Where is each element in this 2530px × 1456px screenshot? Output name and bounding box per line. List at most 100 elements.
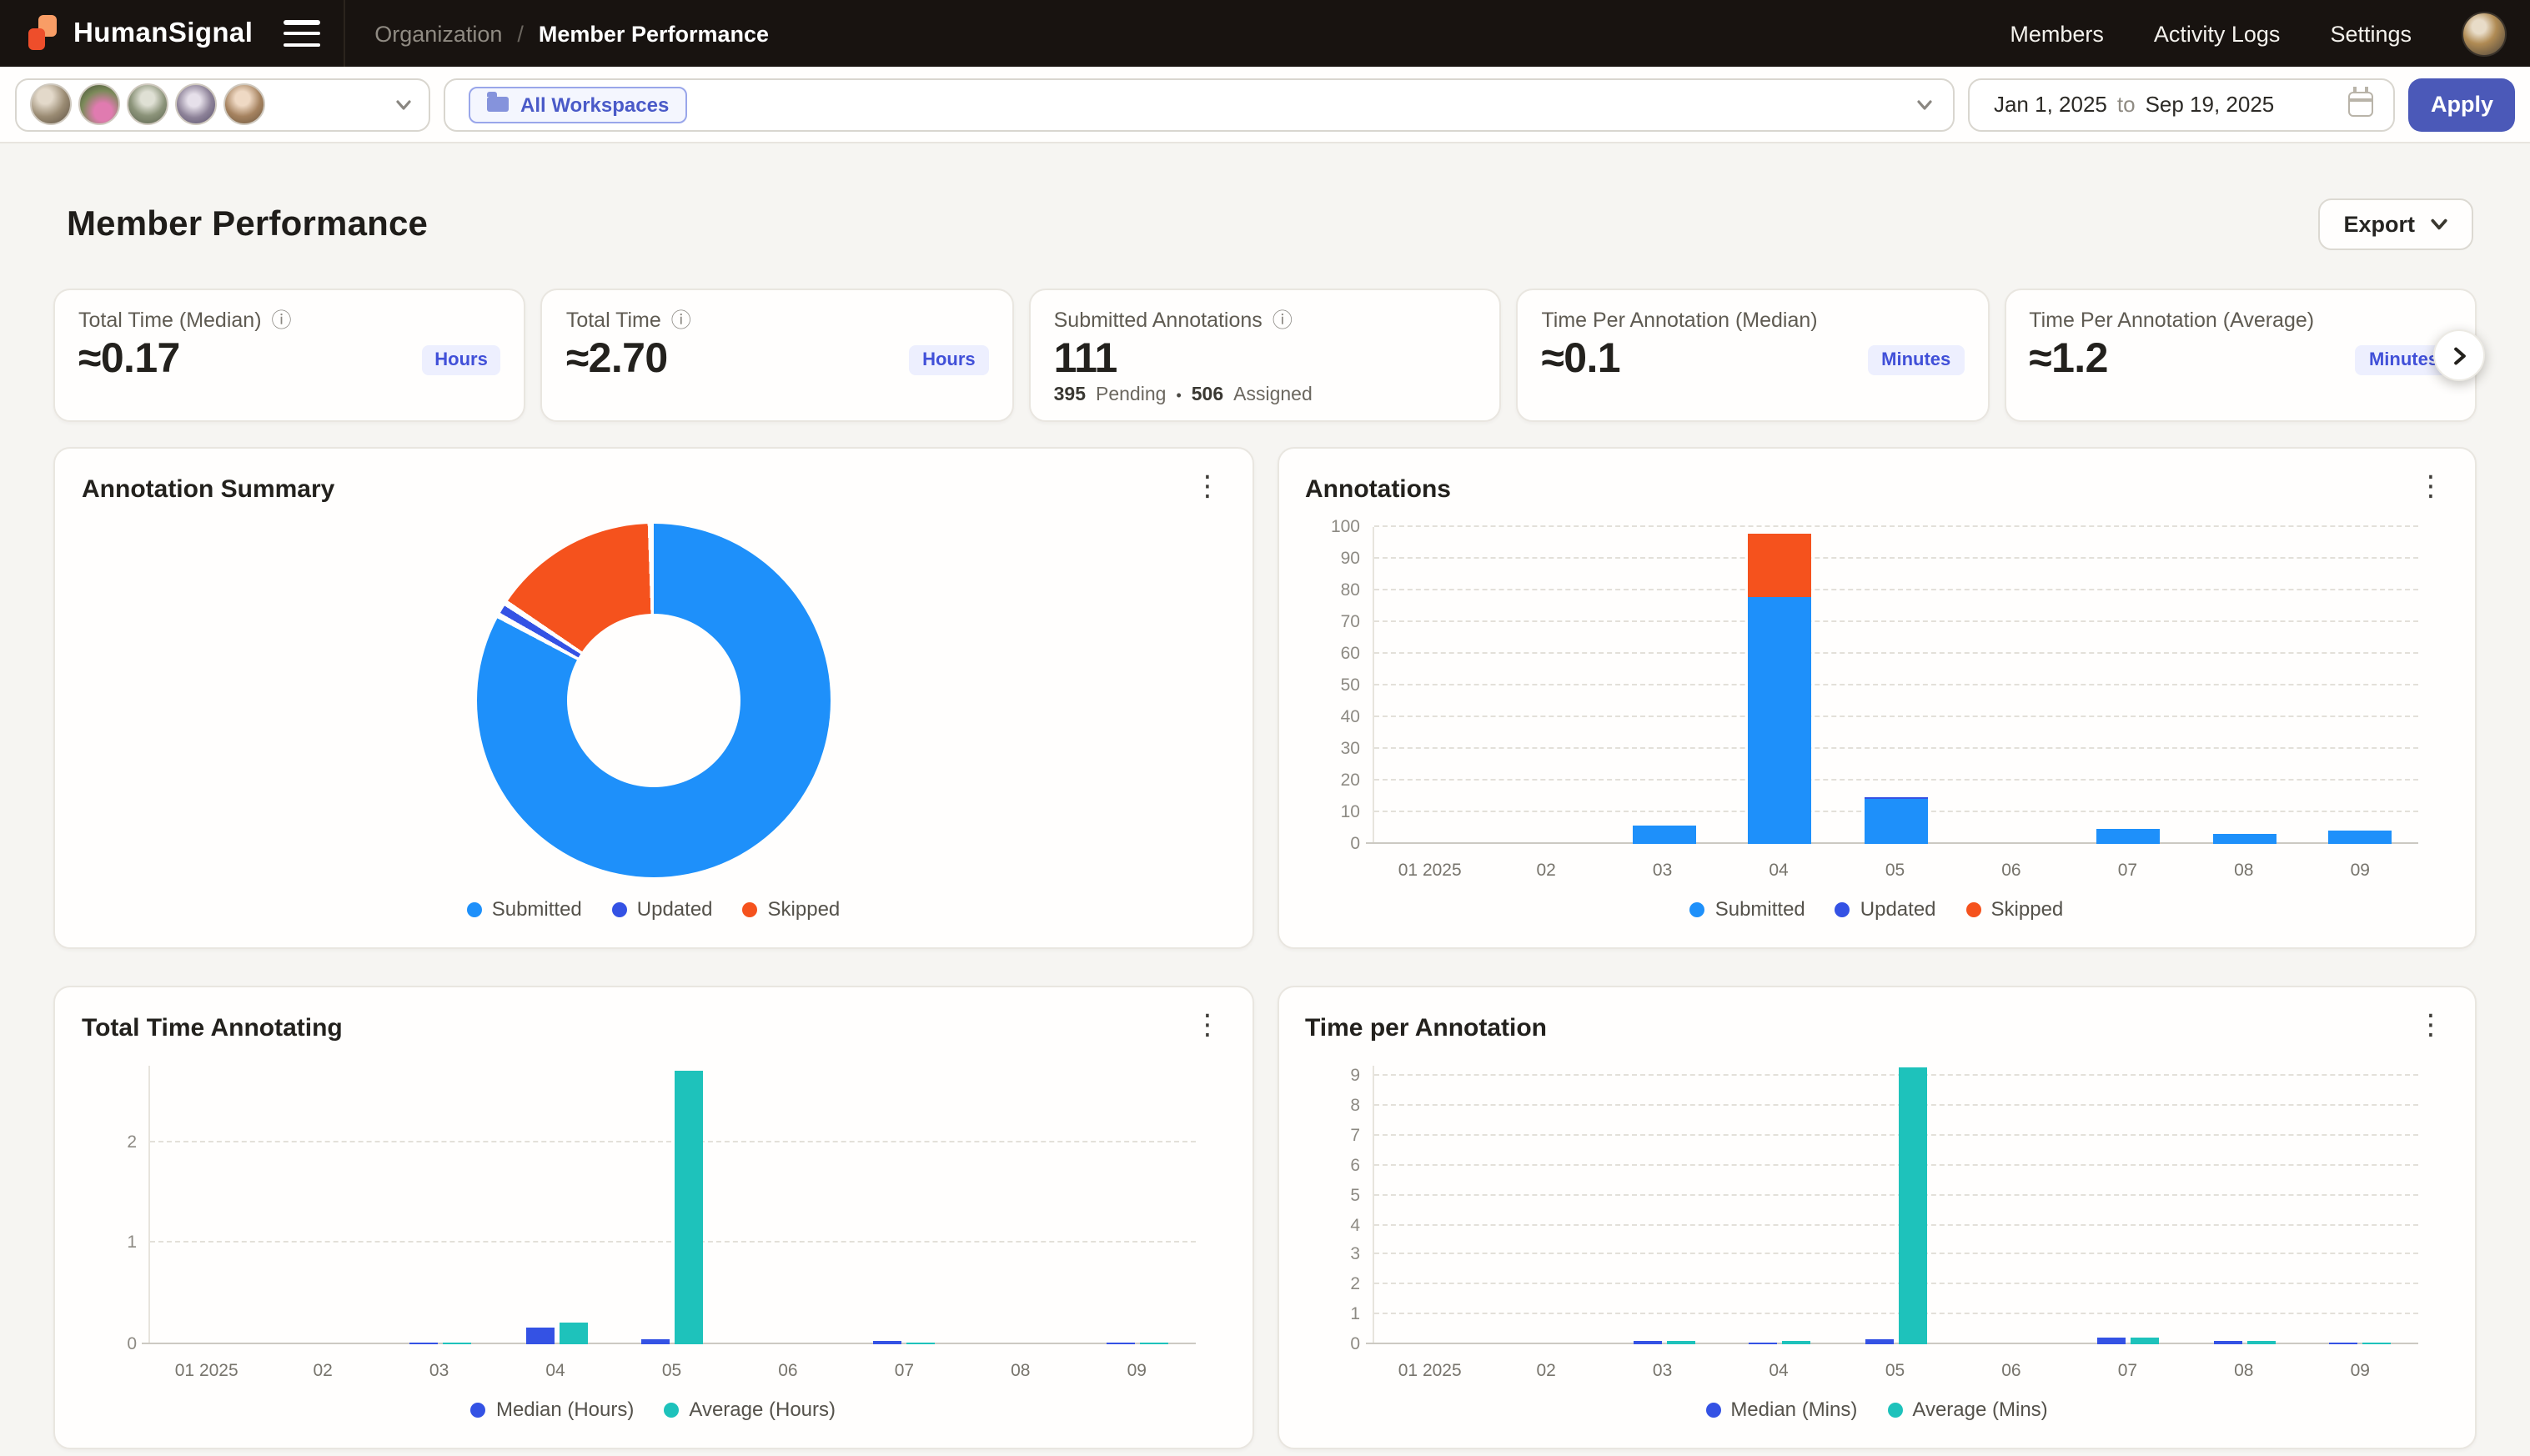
kpi-value: 111 [1054, 335, 1117, 384]
gridline [1373, 1253, 2418, 1255]
gridline [150, 1140, 1195, 1142]
x-axis-tick-label: 09 [1127, 1361, 1147, 1381]
y-axis-tick-label: 4 [1307, 1215, 1360, 1235]
chart-title: Total Time Annotating [82, 1014, 343, 1042]
bar-segment-submitted [1865, 800, 1928, 844]
legend-item[interactable]: Skipped [743, 897, 841, 921]
legend-dot [743, 901, 758, 916]
total-time-bar-chart: 012 01 20250203040506070809 [82, 1042, 1225, 1388]
y-axis-tick-label: 7 [1307, 1126, 1360, 1146]
hamburger-menu-icon[interactable] [283, 20, 319, 47]
legend-item[interactable]: Average (Mins) [1887, 1398, 2047, 1421]
nav-link-activity-logs[interactable]: Activity Logs [2154, 21, 2281, 46]
info-icon[interactable]: ⓘ [1273, 310, 1293, 330]
legend-item[interactable]: Median (Mins) [1705, 1398, 1857, 1421]
chart-legend: Median (Hours) Average (Hours) [82, 1388, 1225, 1428]
legend-dot [1835, 901, 1850, 916]
date-range-input[interactable]: Jan 1, 2025 to Sep 19, 2025 [1969, 78, 2396, 131]
gridline [1373, 1223, 2418, 1225]
bar-average-mins- [1899, 1067, 1927, 1344]
bar-average-hours- [559, 1322, 587, 1344]
workspace-tag-label: All Workspaces [520, 93, 669, 116]
legend-item[interactable]: Submitted [1690, 897, 1805, 921]
user-avatar[interactable] [2462, 11, 2507, 56]
gridline [1373, 1283, 2418, 1285]
legend-dot [471, 1402, 486, 1417]
x-axis-tick-label: 03 [1653, 1361, 1672, 1381]
y-axis-tick-label: 9 [1307, 1067, 1360, 1087]
kebab-menu-icon[interactable]: ⋮ [1190, 1014, 1225, 1037]
y-axis-tick-label: 2 [1307, 1275, 1360, 1295]
gridline [1373, 715, 2418, 717]
y-axis-tick-label: 6 [1307, 1156, 1360, 1176]
charts-row-1: Annotation Summary ⋮ SubmittedUpdatedSki… [53, 447, 2477, 949]
kpi-total-time: Total Time ⓘ ≈2.70 Hours [541, 289, 1014, 422]
legend-item[interactable]: Submitted [467, 897, 582, 921]
x-axis-tick-label: 05 [662, 1361, 681, 1381]
legend-item[interactable]: Updated [612, 897, 713, 921]
info-icon[interactable]: ⓘ [671, 310, 691, 330]
gridline [1373, 684, 2418, 685]
calendar-icon[interactable] [2349, 92, 2374, 117]
nav-link-settings[interactable]: Settings [2330, 21, 2412, 46]
member-avatar [30, 83, 72, 125]
legend-dot [1966, 901, 1981, 916]
legend-label: Median (Hours) [496, 1398, 634, 1421]
gridline [1373, 589, 2418, 590]
y-axis-tick-label: 80 [1307, 580, 1360, 600]
export-label: Export [2343, 212, 2415, 237]
kebab-menu-icon[interactable]: ⋮ [2413, 1014, 2448, 1037]
legend-label: Average (Hours) [689, 1398, 836, 1421]
member-avatar [78, 83, 120, 125]
workspace-tag[interactable]: All Workspaces [469, 86, 687, 123]
legend-item[interactable]: Median (Hours) [471, 1398, 634, 1421]
gridline [1373, 1193, 2418, 1195]
total-time-annotating-card: Total Time Annotating ⋮ 012 01 202502030… [53, 986, 1253, 1449]
time-per-annotation-bar-chart: 0123456789 01 20250203040506070809 [1305, 1042, 2448, 1388]
x-axis-tick-label: 04 [1769, 861, 1788, 881]
kpi-submitted-annotations: Submitted Annotations ⓘ 111 395 Pending … [1029, 289, 1502, 422]
x-axis-tick-label: 08 [2234, 1361, 2253, 1381]
legend-label: Median (Mins) [1730, 1398, 1857, 1421]
kebab-menu-icon[interactable]: ⋮ [1190, 475, 1225, 499]
legend-dot [1887, 1402, 1902, 1417]
info-icon[interactable]: ⓘ [272, 310, 292, 330]
main-content: Member Performance Export Total Time (Me… [0, 143, 2530, 1449]
chart-title: Annotations [1305, 475, 1451, 504]
chevron-down-icon [395, 96, 412, 113]
gridline [1373, 1164, 2418, 1166]
y-axis-tick-label: 1 [83, 1233, 137, 1253]
bar-segment-skipped [1748, 534, 1811, 597]
chart-title: Time per Annotation [1305, 1014, 1547, 1042]
x-axis-tick-label: 08 [2234, 861, 2253, 881]
y-axis-tick-label: 90 [1307, 549, 1360, 569]
date-start: Jan 1, 2025 [1994, 92, 2107, 117]
folder-icon [487, 97, 509, 112]
kpi-carousel-next-button[interactable] [2433, 329, 2485, 381]
breadcrumb-organization[interactable]: Organization [374, 21, 502, 46]
gridline [1373, 525, 2418, 527]
kpi-card-row: Total Time (Median) ⓘ ≈0.17 Hours Total … [53, 289, 2477, 422]
gridline [1373, 1104, 2418, 1106]
apply-button[interactable]: Apply [2409, 78, 2515, 131]
legend-item[interactable]: Updated [1835, 897, 1936, 921]
breadcrumb: Organization / Member Performance [374, 21, 769, 46]
members-filter-select[interactable] [15, 78, 430, 131]
legend-label: Average (Mins) [1912, 1398, 2047, 1421]
member-avatar [127, 83, 168, 125]
x-axis-tick-label: 05 [1885, 861, 1905, 881]
bar-segment-submitted [1748, 597, 1811, 844]
x-axis-tick-label: 03 [429, 1361, 449, 1381]
gridline [1373, 652, 2418, 654]
humansignal-logo[interactable]: HumanSignal [27, 15, 253, 52]
workspace-filter-select[interactable]: All Workspaces [444, 78, 1955, 131]
x-axis-tick-label: 09 [2351, 1361, 2370, 1381]
legend-item[interactable]: Average (Hours) [664, 1398, 836, 1421]
nav-link-members[interactable]: Members [2010, 21, 2104, 46]
legend-item[interactable]: Skipped [1966, 897, 2064, 921]
export-button[interactable]: Export [2318, 198, 2473, 250]
y-axis-tick-label: 30 [1307, 739, 1360, 759]
time-per-annotation-card: Time per Annotation ⋮ 0123456789 01 2025… [1277, 986, 2477, 1449]
kpi-title: Total Time [566, 309, 661, 332]
kebab-menu-icon[interactable]: ⋮ [2413, 475, 2448, 499]
